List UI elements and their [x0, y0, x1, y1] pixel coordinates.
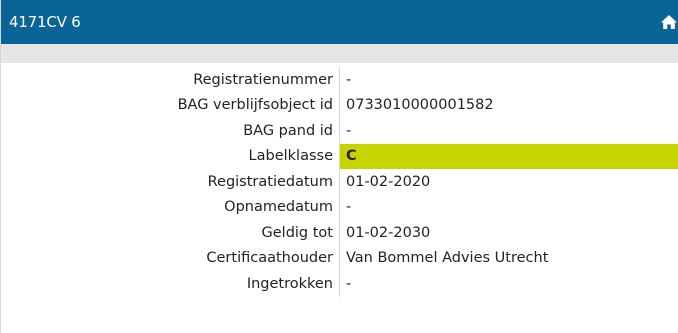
detail-row-opnamedatum: Opnamedatum - — [1, 194, 678, 220]
detail-label: Registratienummer — [193, 71, 333, 88]
detail-row-geldig-tot: Geldig tot 01-02-2030 — [1, 220, 678, 246]
detail-label: BAG verblijfsobject id — [177, 97, 333, 114]
detail-label: BAG pand id — [243, 122, 333, 139]
home-button[interactable] — [656, 0, 678, 44]
detail-value: - — [346, 71, 352, 88]
detail-row-certificaathouder: Certificaathouder Van Bommel Advies Utre… — [1, 245, 678, 271]
detail-value: Van Bommel Advies Utrecht — [346, 250, 549, 267]
energy-label-badge: C — [340, 143, 678, 169]
details-table: Registratienummer - BAG verblijfsobject … — [1, 63, 678, 297]
detail-label: Registratiedatum — [207, 173, 333, 190]
detail-label: Geldig tot — [261, 224, 333, 241]
detail-row-bag-verblijfsobject-id: BAG verblijfsobject id 0733010000001582 — [1, 92, 678, 118]
panel-subheader — [1, 44, 678, 63]
detail-value: - — [346, 275, 352, 292]
detail-row-registratienummer: Registratienummer - — [1, 67, 678, 93]
detail-row-labelklasse: Labelklasse C — [1, 143, 678, 169]
panel-header: 4171CV 6 — [1, 0, 678, 44]
detail-value: 01-02-2030 — [346, 224, 431, 241]
detail-label: Certificaathouder — [206, 250, 333, 267]
detail-label: Labelklasse — [248, 148, 333, 165]
detail-row-bag-pand-id: BAG pand id - — [1, 118, 678, 144]
home-icon — [661, 15, 677, 29]
energy-label-panel: 4171CV 6 Registratienummer - BAG verblij… — [0, 0, 678, 333]
detail-label: Ingetrokken — [246, 275, 333, 292]
detail-value: - — [346, 199, 352, 216]
detail-row-registratiedatum: Registratiedatum 01-02-2020 — [1, 169, 678, 195]
detail-label: Opnamedatum — [224, 199, 333, 216]
detail-value: 0733010000001582 — [346, 97, 494, 114]
detail-value: - — [346, 122, 352, 139]
detail-row-ingetrokken: Ingetrokken - — [1, 271, 678, 297]
panel-title: 4171CV 6 — [9, 13, 81, 31]
detail-value: 01-02-2020 — [346, 173, 431, 190]
